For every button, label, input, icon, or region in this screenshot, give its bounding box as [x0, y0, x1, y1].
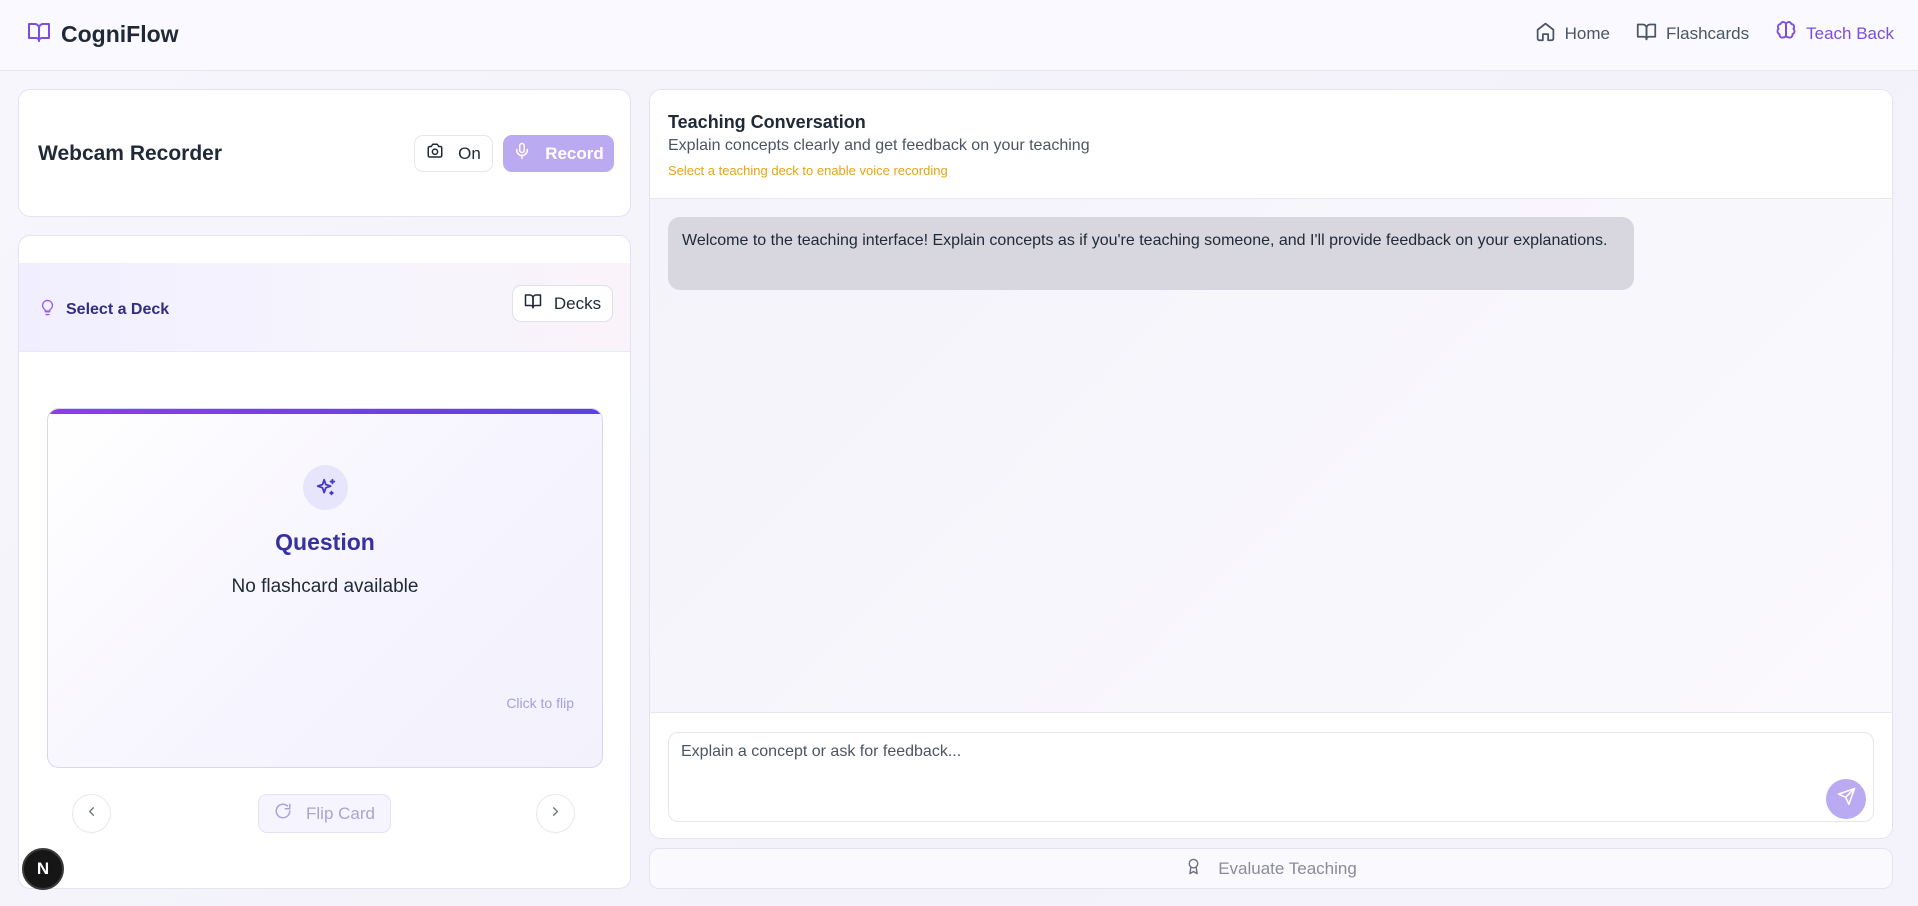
- flip-card-label: Flip Card: [306, 803, 375, 823]
- flashcard[interactable]: Question No flashcard available Click to…: [47, 408, 603, 768]
- flashcard-panel: Select a Deck Decks Question No flashcar…: [18, 235, 631, 889]
- record-label: Record: [545, 143, 604, 163]
- chevron-right-icon: [548, 804, 563, 824]
- evaluate-teaching-label: Evaluate Teaching: [1218, 858, 1357, 878]
- composer: [650, 712, 1892, 838]
- webcam-title: Webcam Recorder: [38, 142, 223, 165]
- nav-flashcards[interactable]: Flashcards: [1636, 21, 1749, 47]
- next-card-button[interactable]: [536, 794, 575, 833]
- message-input[interactable]: [668, 732, 1874, 822]
- flip-card-button[interactable]: Flip Card: [258, 794, 391, 833]
- webcam-recorder-panel: Webcam Recorder On Record: [18, 89, 631, 217]
- select-deck-label: Select a Deck: [39, 299, 169, 321]
- send-button[interactable]: [1826, 779, 1866, 819]
- camera-toggle-button[interactable]: On: [414, 135, 493, 172]
- book-icon: [1636, 21, 1657, 47]
- camera-icon: [426, 142, 444, 165]
- sparkles-icon: [303, 465, 348, 510]
- card-text: No flashcard available: [231, 576, 419, 597]
- lightbulb-icon: [39, 299, 56, 321]
- deck-selector-bar: Select a Deck Decks: [19, 263, 630, 352]
- home-icon: [1535, 21, 1556, 47]
- message-list[interactable]: Welcome to the teaching interface! Expla…: [650, 199, 1892, 712]
- assistant-message: Welcome to the teaching interface! Expla…: [668, 217, 1634, 290]
- award-icon: [1185, 858, 1202, 880]
- decks-label: Decks: [553, 293, 602, 313]
- open-book-icon: [27, 20, 51, 49]
- evaluate-teaching-button[interactable]: Evaluate Teaching: [649, 848, 1893, 889]
- main-nav: Home Flashcards Teach Back: [1535, 20, 1894, 47]
- record-button[interactable]: Record: [503, 135, 614, 172]
- nav-teach-back[interactable]: Teach Back: [1775, 20, 1894, 47]
- card-title: Question: [275, 529, 375, 555]
- top-nav-bar: CogniFlow Home Flashcards Teach Back: [0, 0, 1918, 71]
- nav-flashcards-label: Flashcards: [1665, 23, 1750, 43]
- flashcard-accent-bar: [48, 409, 602, 414]
- nav-home-label: Home: [1564, 23, 1610, 43]
- send-icon: [1837, 787, 1856, 811]
- dev-tools-badge[interactable]: N: [22, 848, 64, 890]
- conversation-subtitle: Explain concepts clearly and get feedbac…: [668, 137, 1090, 154]
- select-deck-text: Select a Deck: [66, 301, 170, 318]
- brain-icon: [1775, 20, 1797, 47]
- conversation-title: Teaching Conversation: [668, 112, 866, 132]
- microphone-icon: [513, 142, 531, 165]
- chevron-left-icon: [84, 804, 99, 824]
- voice-recording-warning: Select a teaching deck to enable voice r…: [668, 163, 948, 178]
- book-icon: [524, 292, 542, 315]
- rotate-icon: [274, 802, 292, 825]
- camera-toggle-label: On: [458, 143, 481, 163]
- teaching-conversation-panel: Teaching Conversation Explain concepts c…: [649, 89, 1893, 839]
- brand-name: CogniFlow: [61, 21, 179, 47]
- click-to-flip-hint: Click to flip: [506, 695, 574, 711]
- nav-teach-back-label: Teach Back: [1806, 23, 1894, 43]
- previous-card-button[interactable]: [72, 794, 111, 833]
- conversation-header: Teaching Conversation Explain concepts c…: [650, 90, 1892, 199]
- decks-button[interactable]: Decks: [512, 285, 613, 322]
- brand[interactable]: CogniFlow: [27, 20, 179, 49]
- nav-home[interactable]: Home: [1535, 21, 1610, 47]
